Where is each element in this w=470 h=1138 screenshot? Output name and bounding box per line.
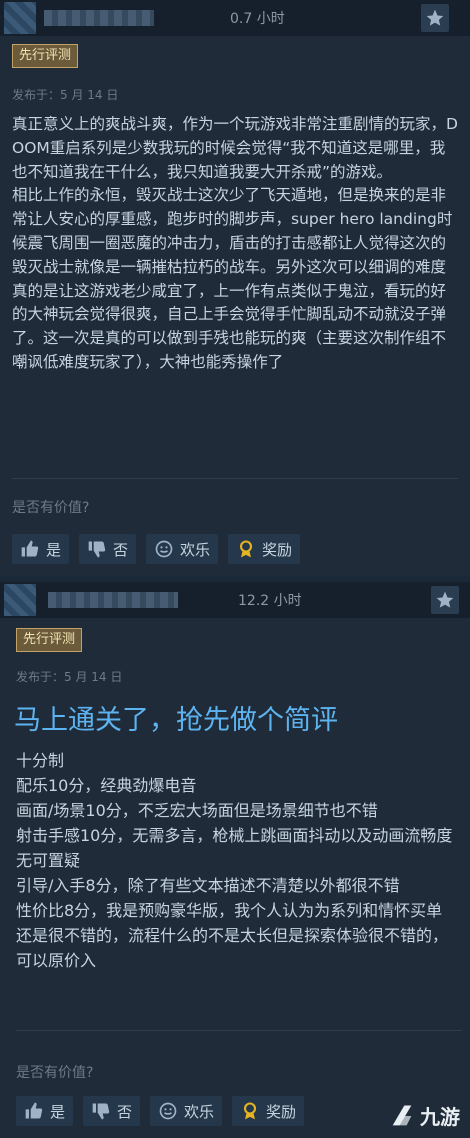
award-icon — [240, 540, 253, 558]
vote-bar: 是 否 欢乐 奖励 — [12, 534, 301, 564]
vote-yes-label: 是 — [50, 1102, 66, 1121]
thumbs-up-icon — [25, 1102, 43, 1119]
vote-bar: 是 否 欢乐 奖励 — [16, 1096, 305, 1126]
award-label: 奖励 — [266, 1102, 297, 1121]
watermark: 九游 — [388, 1101, 460, 1130]
early-access-badge: 先行评测 — [16, 628, 83, 652]
review-body: 真正意义上的爽战斗爽，作为一个玩游戏非常注重剧情的玩家，DOOM重启系列是少数我… — [12, 115, 458, 371]
divider — [12, 478, 458, 479]
divider — [16, 1030, 462, 1031]
star-icon[interactable] — [431, 586, 459, 614]
thumbs-down-icon — [92, 1103, 110, 1120]
award-label: 奖励 — [262, 540, 293, 559]
posted-date: 发布于：5 月 14 日 — [12, 88, 119, 102]
username-blurred[interactable] — [48, 592, 178, 608]
vote-yes-label: 是 — [46, 540, 62, 559]
review-header-1: 0.7 小时 — [0, 0, 470, 36]
helpful-question: 是否有价值? — [16, 1065, 94, 1081]
early-access-badge: 先行评测 — [12, 44, 79, 68]
vote-no-label: 否 — [113, 540, 129, 559]
smiley-icon — [155, 540, 173, 558]
vote-no-label: 否 — [117, 1102, 133, 1121]
playtime-hours: 0.7 小时 — [230, 11, 285, 27]
review-header-2: 12.2 小时 — [0, 582, 470, 618]
vote-yes-button[interactable]: 是 — [12, 534, 70, 564]
posted-date: 发布于：5 月 14 日 — [16, 670, 123, 684]
star-icon[interactable] — [421, 4, 449, 32]
review-title: 马上通关了，抢先做个简评 — [14, 705, 338, 736]
avatar[interactable] — [4, 584, 36, 616]
review-card-2: 12.2 小时 先行评测 发布于：5 月 14 日 马上通关了，抢先做个简评 十… — [0, 582, 470, 1138]
avatar[interactable] — [4, 2, 36, 34]
watermark-logo-icon — [392, 1105, 412, 1125]
thumbs-up-icon — [21, 540, 39, 557]
thumbs-down-icon — [88, 541, 106, 558]
vote-no-button[interactable]: 否 — [79, 534, 137, 564]
award-button[interactable]: 奖励 — [228, 534, 301, 564]
playtime-hours: 12.2 小时 — [238, 593, 302, 609]
helpful-question: 是否有价值? — [12, 500, 90, 516]
watermark-text: 九游 — [420, 1105, 460, 1129]
username-blurred[interactable] — [44, 10, 154, 26]
vote-funny-button[interactable]: 欢乐 — [146, 534, 219, 564]
vote-funny-button[interactable]: 欢乐 — [150, 1096, 223, 1126]
vote-funny-label: 欢乐 — [184, 1102, 215, 1121]
award-button[interactable]: 奖励 — [232, 1096, 305, 1126]
vote-funny-label: 欢乐 — [180, 540, 211, 559]
vote-yes-button[interactable]: 是 — [16, 1096, 74, 1126]
review-body: 十分制 配乐10分，经典劲爆电音 画面/场景10分，不乏宏大场面但是场景细节也不… — [16, 751, 453, 970]
smiley-icon — [159, 1102, 177, 1120]
vote-no-button[interactable]: 否 — [83, 1096, 141, 1126]
award-icon — [244, 1102, 257, 1120]
review-card-1: 0.7 小时 先行评测 发布于：5 月 14 日 真正意义上的爽战斗爽，作为一个… — [0, 0, 470, 576]
